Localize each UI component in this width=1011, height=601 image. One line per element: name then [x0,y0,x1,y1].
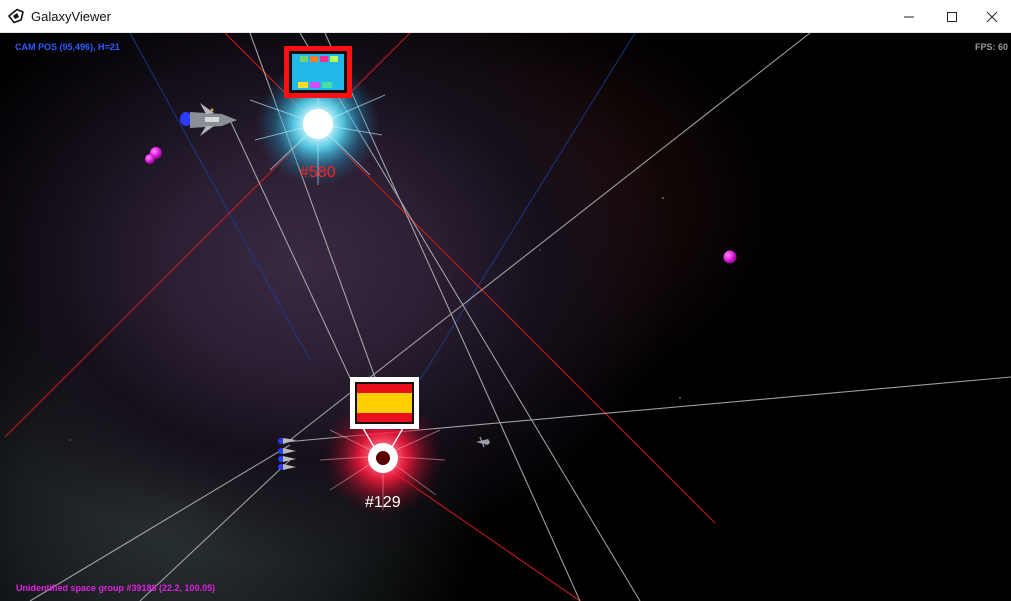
close-button[interactable] [972,0,1011,33]
galaxy-viewer-window: GalaxyViewer #580 #129 CAM POS (95,496),… [0,0,1011,601]
spaceship-small[interactable] [476,436,490,448]
window-title: GalaxyViewer [31,9,111,24]
multicolor-flag [284,46,352,98]
minimize-button[interactable] [886,0,932,33]
galaxy-scene[interactable] [0,33,1011,601]
fps-counter: FPS: 60 [974,42,1008,52]
system-label-129: #129 [365,494,401,511]
system-label-580: #580 [300,164,336,181]
selection-status: Unidentified space group #39188 (22.2, 1… [16,583,216,593]
spain-flag [350,377,419,429]
spaceship-large[interactable] [180,103,237,136]
planet[interactable] [723,250,737,264]
spaceship-fleet[interactable] [278,438,296,470]
unity-logo-icon [8,8,24,24]
title-bar: GalaxyViewer [0,0,1011,33]
galaxy-viewport[interactable]: #580 #129 CAM POS (95,496), H=21 FPS: 60… [0,33,1011,601]
red-star-core [376,451,390,465]
maximize-button[interactable] [929,0,975,33]
route-lines-blue [129,33,636,381]
maximize-icon [947,11,957,22]
minimize-icon [904,16,914,17]
close-icon [986,11,997,22]
cyan-star-core [303,109,333,139]
planet-cluster[interactable] [145,147,162,164]
camera-position-readout: CAM POS (95,496), H=21 [15,42,120,52]
